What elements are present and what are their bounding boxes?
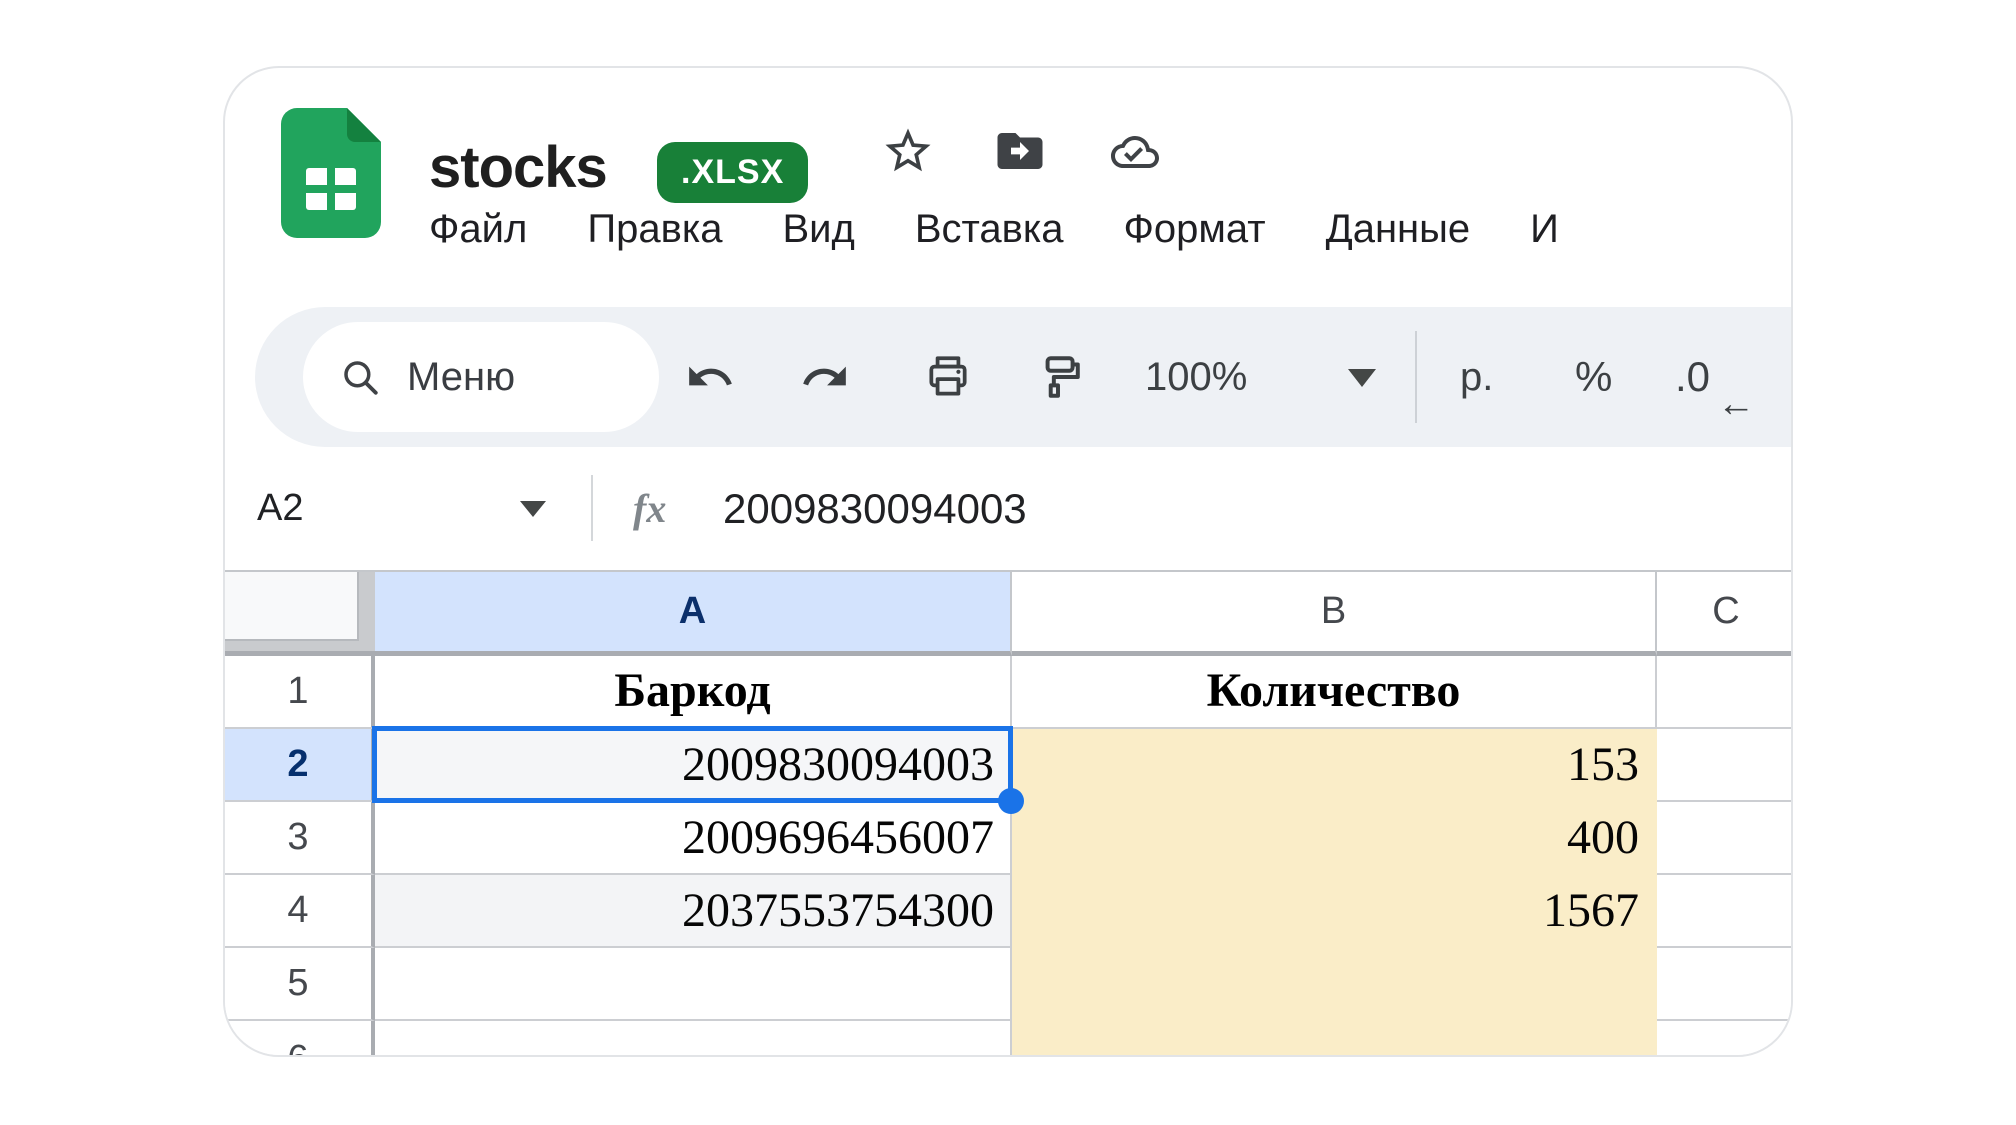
cell-b3[interactable]: 400 — [1012, 802, 1657, 875]
name-box[interactable]: A2 — [257, 447, 303, 570]
currency-format-button[interactable]: р. — [1460, 307, 1493, 447]
cell-a5[interactable] — [375, 948, 1012, 1021]
formula-bar-divider — [591, 475, 593, 541]
decrease-decimal-button[interactable]: .0 — [1675, 307, 1710, 447]
column-header-b[interactable]: B — [1012, 572, 1657, 656]
formula-bar: A2 fx 2009830094003 — [225, 447, 1791, 570]
cell-b4[interactable]: 1567 — [1012, 875, 1657, 948]
sheets-window: stocks .XLSX Файл Правка Вид Вставка Фор… — [223, 66, 1793, 1057]
select-all-corner[interactable] — [225, 572, 375, 656]
row-header-1[interactable]: 1 — [225, 656, 375, 729]
cell-c2[interactable] — [1657, 729, 1793, 802]
name-box-caret-icon[interactable] — [520, 501, 546, 517]
cell-a4[interactable]: 2037553754300 — [375, 875, 1012, 948]
paint-format-icon[interactable] — [1033, 352, 1083, 402]
menu-bar: Файл Правка Вид Вставка Формат Данные И — [429, 198, 1559, 260]
print-icon[interactable] — [923, 352, 973, 402]
zoom-level[interactable]: 100% — [1145, 307, 1247, 447]
menu-view[interactable]: Вид — [782, 207, 854, 252]
row-header-4[interactable]: 4 — [225, 875, 375, 948]
spreadsheet-grid: A B C 1 Баркод Количество 2 200983009400… — [225, 570, 1793, 1057]
menu-insert[interactable]: Вставка — [915, 207, 1064, 252]
cell-b6[interactable] — [1012, 1021, 1657, 1057]
undo-icon[interactable] — [685, 352, 735, 402]
menu-tools-truncated[interactable]: И — [1530, 207, 1559, 252]
menu-format[interactable]: Формат — [1124, 207, 1266, 252]
toolbar: Меню 100% р. % .0 ← — [255, 307, 1793, 447]
select-all-corner-box — [225, 572, 359, 641]
cell-c4[interactable] — [1657, 875, 1793, 948]
menu-edit[interactable]: Правка — [587, 207, 722, 252]
document-title[interactable]: stocks — [429, 134, 607, 201]
cell-c6[interactable] — [1657, 1021, 1793, 1057]
move-to-folder-icon[interactable] — [993, 124, 1047, 178]
redo-icon[interactable] — [800, 352, 850, 402]
menu-file[interactable]: Файл — [429, 207, 527, 252]
cloud-saved-icon[interactable] — [1105, 128, 1165, 176]
fx-icon: fx — [633, 447, 666, 570]
cell-a3[interactable]: 2009696456007 — [375, 802, 1012, 875]
search-label: Меню — [407, 355, 515, 400]
formula-input[interactable]: 2009830094003 — [723, 447, 1027, 570]
cell-a6[interactable] — [375, 1021, 1012, 1057]
column-header-c[interactable]: C — [1657, 572, 1793, 656]
toolbar-divider — [1415, 331, 1417, 423]
menu-data[interactable]: Данные — [1326, 207, 1471, 252]
row-header-3[interactable]: 3 — [225, 802, 375, 875]
google-sheets-icon[interactable] — [281, 108, 381, 238]
xlsx-badge: .XLSX — [657, 142, 808, 203]
cell-c1[interactable] — [1657, 656, 1793, 729]
search-icon — [339, 356, 381, 398]
star-icon[interactable] — [881, 124, 935, 178]
row-header-6[interactable]: 6 — [225, 1021, 375, 1057]
cell-c5[interactable] — [1657, 948, 1793, 1021]
decrease-decimal-arrow-icon[interactable]: ← — [1717, 383, 1755, 426]
cell-a1[interactable]: Баркод — [375, 656, 1012, 729]
menu-search-box[interactable]: Меню — [303, 322, 659, 432]
column-header-a[interactable]: A — [375, 572, 1012, 656]
row-header-5[interactable]: 5 — [225, 948, 375, 1021]
zoom-caret-icon[interactable] — [1348, 369, 1376, 387]
percent-format-button[interactable]: % — [1575, 307, 1612, 447]
cell-b1[interactable]: Количество — [1012, 656, 1657, 729]
row-header-2[interactable]: 2 — [225, 729, 375, 802]
cell-a2-selected[interactable]: 2009830094003 — [375, 729, 1012, 802]
cell-c3[interactable] — [1657, 802, 1793, 875]
cell-b2[interactable]: 153 — [1012, 729, 1657, 802]
cell-b5[interactable] — [1012, 948, 1657, 1021]
